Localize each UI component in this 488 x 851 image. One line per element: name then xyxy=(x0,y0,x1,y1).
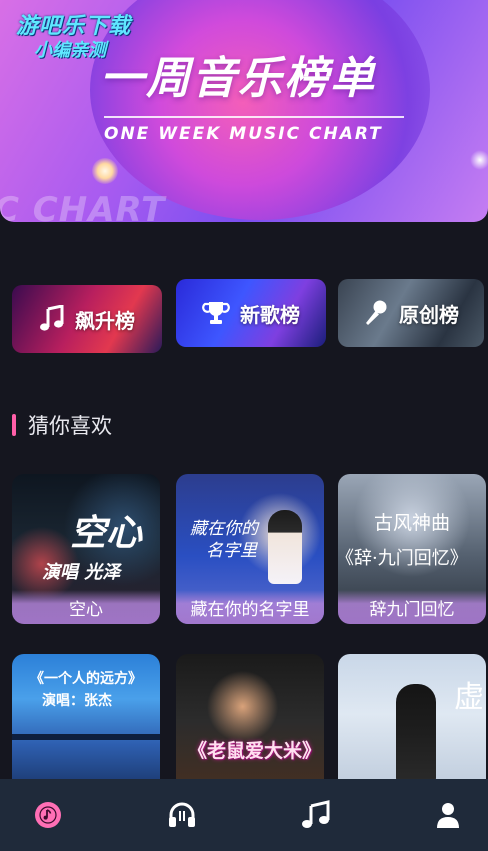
banner-divider xyxy=(104,116,404,118)
cover-text: 空心 xyxy=(70,512,143,554)
banner-ghost-text: C CHART xyxy=(0,190,166,222)
weekly-chart-banner[interactable]: C CHART 一周音乐榜单 ONE WEEK MUSIC CHART 游吧乐下… xyxy=(0,0,488,222)
section-title: 猜你喜欢 xyxy=(28,414,112,438)
cover-text: 《一个人的远方》 xyxy=(30,671,142,687)
user-icon xyxy=(437,803,459,828)
chart-card-label: 原创榜 xyxy=(399,302,459,327)
song-title: 藏在你的名字里 xyxy=(176,590,324,624)
headphones-icon xyxy=(169,802,195,827)
song-title: 辞九门回忆 xyxy=(338,590,486,624)
chart-card-label: 飙升榜 xyxy=(75,308,135,333)
banner-glow xyxy=(92,158,118,184)
cover-text: 古风神曲 xyxy=(374,512,451,534)
cover-figure xyxy=(396,684,436,784)
cover-figure xyxy=(268,510,302,584)
chart-card-original[interactable]: 原创榜 xyxy=(338,279,484,347)
music-note-icon xyxy=(40,305,64,331)
nav-home[interactable] xyxy=(8,779,88,851)
chart-card-label: 新歌榜 xyxy=(240,302,300,327)
cover-text: 演唱 光泽 xyxy=(42,562,121,583)
banner-title: 一周音乐榜单 xyxy=(100,53,376,104)
song-card[interactable]: 空心 演唱 光泽 空心 xyxy=(12,474,160,624)
trophy-icon xyxy=(202,302,230,324)
chart-card-new-songs[interactable]: 新歌榜 xyxy=(176,279,326,347)
nav-profile[interactable] xyxy=(408,779,488,851)
song-card[interactable]: 藏在你的 名字里 藏在你的名字里 xyxy=(176,474,324,624)
cover-bridge xyxy=(12,734,160,740)
nav-listen[interactable] xyxy=(142,779,222,851)
watermark-line2: 小编亲测 xyxy=(34,40,106,61)
song-card[interactable]: 古风神曲 《辞·九门回忆》 辞九门回忆 xyxy=(338,474,486,624)
banner-subtitle: ONE WEEK MUSIC CHART xyxy=(104,124,383,144)
chart-card-rising[interactable]: 飙升榜 xyxy=(12,285,162,353)
microphone-icon xyxy=(366,300,387,325)
cover-text: 虚 xyxy=(454,680,484,715)
music-disc-icon xyxy=(35,802,61,828)
cover-text: 演唱：张杰 xyxy=(42,693,112,709)
music-notes-icon xyxy=(302,800,330,828)
bottom-nav xyxy=(0,779,488,851)
song-title: 空心 xyxy=(12,590,160,624)
cover-text: 《老鼠爱大米》 xyxy=(188,740,322,762)
cover-text: 《辞·九门回忆》 xyxy=(338,548,468,569)
section-accent-bar xyxy=(12,414,16,436)
cover-text: 名字里 xyxy=(206,541,257,561)
banner-orb xyxy=(90,0,430,220)
nav-music[interactable] xyxy=(276,779,356,851)
banner-glow-small xyxy=(470,150,488,170)
